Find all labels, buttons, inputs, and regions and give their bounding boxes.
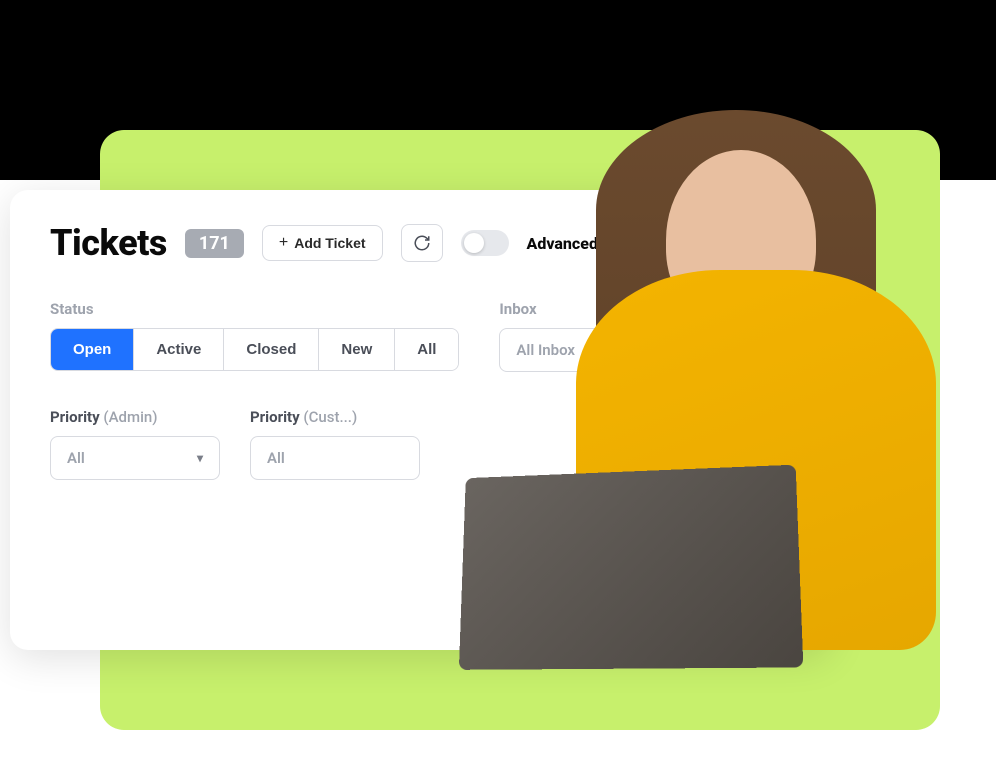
status-option-open[interactable]: Open (51, 329, 134, 370)
status-option-all[interactable]: All (395, 329, 458, 370)
advanced-filter-label: Advanced Filter (527, 234, 640, 253)
inbox-label: Inbox (499, 300, 649, 318)
inbox-select[interactable]: All Inbox (499, 328, 649, 372)
refresh-icon (413, 234, 431, 252)
panel-header: Tickets 171 + Add Ticket Advanced Filter (50, 222, 790, 264)
status-option-closed[interactable]: Closed (224, 329, 319, 370)
priority-admin-select[interactable]: All ▾ (50, 436, 220, 480)
filters-row-1: Status Open Active Closed New All Inbox … (50, 300, 790, 372)
add-ticket-label: Add Ticket (294, 235, 365, 251)
priority-customer-select[interactable]: All (250, 436, 420, 480)
priority-admin-label: Priority (Admin) (50, 408, 220, 426)
priority-customer-value: All (267, 449, 285, 467)
priority-admin-value: All (67, 449, 85, 467)
advanced-filter-toggle[interactable] (461, 230, 509, 256)
ticket-count-badge: 171 (185, 229, 244, 258)
chevron-down-icon: ▾ (197, 451, 203, 465)
priority-customer-group: Priority (Cust...) All (250, 408, 420, 480)
inbox-select-value: All Inbox (516, 341, 575, 359)
priority-admin-group: Priority (Admin) All ▾ (50, 408, 220, 480)
page-title: Tickets (50, 222, 167, 264)
inbox-filter-group: Inbox All Inbox (499, 300, 649, 372)
refresh-button[interactable] (401, 224, 443, 262)
status-filter-group: Status Open Active Closed New All (50, 300, 459, 372)
add-ticket-button[interactable]: + Add Ticket (262, 225, 383, 261)
toggle-knob (464, 233, 484, 253)
plus-icon: + (279, 234, 288, 252)
status-label: Status (50, 300, 459, 318)
priority-customer-label: Priority (Cust...) (250, 408, 420, 426)
status-option-active[interactable]: Active (134, 329, 224, 370)
status-segmented-control: Open Active Closed New All (50, 328, 459, 371)
status-option-new[interactable]: New (319, 329, 395, 370)
laptop-illustration (456, 468, 816, 688)
